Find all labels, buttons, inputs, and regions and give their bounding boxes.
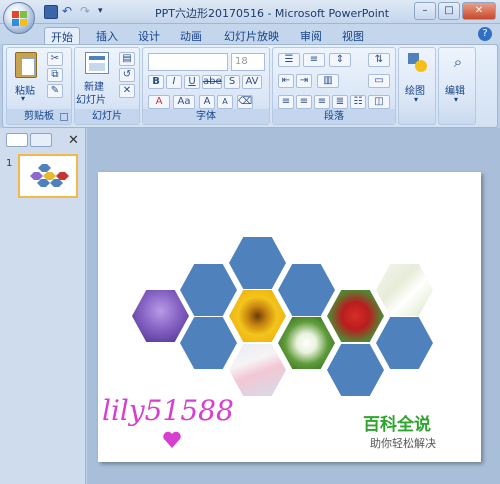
tab-home[interactable]: 开始 [44,27,80,44]
paste-icon[interactable] [15,52,37,78]
thumbnail-number: 1 [6,158,13,169]
blue-hexagon[interactable] [376,317,433,369]
clear-format-icon[interactable]: ⌫ [237,95,253,109]
align-center-icon[interactable]: ≡ [296,95,312,109]
drawing-group: 绘图 ▾ [398,47,436,125]
bold-button[interactable]: B [148,75,164,89]
distribute-icon[interactable]: ☷ [350,95,366,109]
slides-group: 新建 幻灯片 ▾ ▤ ↺ ✕ 幻灯片 [74,47,140,125]
slide-thumbnail[interactable] [18,154,78,198]
drawing-dropdown-icon[interactable]: ▾ [414,95,418,104]
window-controls: – □ ✕ [414,2,496,20]
smartart-icon[interactable]: ◫ [368,95,390,109]
redo-icon[interactable]: ↷ [80,5,94,19]
font-group: 18 B I U abe S AV A Aa A A ⌫ 字体 [142,47,270,125]
tab-review[interactable]: 审阅 [294,27,328,44]
shrink-font-button[interactable]: A [217,95,233,109]
tab-slideshow[interactable]: 幻灯片放映 [218,27,285,44]
font-size-box[interactable]: 18 [231,53,265,71]
heart-icon [163,431,181,448]
shadow-button[interactable]: S [224,75,240,89]
strikethrough-button[interactable]: abe [202,75,222,89]
layout-icon[interactable]: ▤ [119,52,135,66]
lavender-photo[interactable] [132,290,189,342]
slide-thumbnail-pane: ✕ 1 [0,128,86,484]
decrease-indent-icon[interactable]: ⇤ [278,74,294,88]
editing-dropdown-icon[interactable]: ▾ [454,95,458,104]
new-slide-icon[interactable] [85,52,109,74]
underline-button[interactable]: U [184,75,200,89]
window-title: PPT六边形20170516 - Microsoft PowerPoint [155,7,390,20]
format-painter-icon[interactable]: ✎ [47,84,63,98]
slides-group-label: 幻灯片 [75,109,139,124]
pale-flowers-photo[interactable] [376,264,433,316]
clipboard-group: 粘贴 ▾ ✂ ⧉ ✎ 剪贴板 [6,47,72,125]
paragraph-group: ☰ ≡ ⇕ ⇅ ⇤ ⇥ ▥ ▭ ≡ ≡ ≡ ≣ ☷ ◫ 段落 [272,47,396,125]
align-text-icon[interactable]: ▭ [368,74,390,88]
justify-icon[interactable]: ≣ [332,95,348,109]
font-color-icon[interactable]: A [148,95,170,109]
cut-icon[interactable]: ✂ [47,52,63,66]
maximize-button[interactable]: □ [438,2,460,20]
help-icon[interactable]: ? [478,27,492,41]
grow-font-button[interactable]: A [199,95,215,109]
paragraph-group-label: 段落 [273,109,395,124]
font-group-label: 字体 [143,109,269,124]
tab-design[interactable]: 设计 [132,27,166,44]
new-slide-label-2: 幻灯片 [76,95,106,106]
tab-animation[interactable]: 动画 [174,27,208,44]
close-pane-icon[interactable]: ✕ [68,133,79,148]
blue-hexagon[interactable] [180,317,237,369]
white-blossom-photo[interactable] [229,344,286,396]
reset-icon[interactable]: ↺ [119,68,135,82]
blue-hexagon[interactable] [327,344,384,396]
bullets-icon[interactable]: ☰ [278,53,300,67]
save-icon[interactable] [44,5,58,19]
columns-icon[interactable]: ▥ [317,74,339,88]
office-button[interactable] [3,2,35,34]
slides-tab-icon[interactable] [6,133,28,147]
blue-hexagon[interactable] [278,264,335,316]
paste-dropdown-icon[interactable]: ▾ [21,94,25,103]
watermark-right-title: 百科全说 [363,415,431,435]
binoculars-icon[interactable]: ⌕ [448,53,468,71]
office-logo-icon [12,11,27,26]
align-left-icon[interactable]: ≡ [278,95,294,109]
sunflower-photo[interactable] [229,290,286,342]
pane-tabs: ✕ [2,133,84,149]
thumbnail-hexagons-icon [30,164,69,187]
minimize-button[interactable]: – [414,2,436,20]
numbering-icon[interactable]: ≡ [303,53,325,67]
watermark-right-subtitle: 助你轻松解决 [370,437,436,450]
watermark-left: lily51588 [102,394,234,427]
text-direction-icon[interactable]: ⇅ [368,53,390,67]
align-right-icon[interactable]: ≡ [314,95,330,109]
white-flowers-photo[interactable] [278,317,335,369]
title-bar: ↶ ↷ ▾ PPT六边形20170516 - Microsoft PowerPo… [0,0,500,34]
blue-hexagon[interactable] [180,264,237,316]
undo-icon[interactable]: ↶ [62,5,76,19]
ribbon: 粘贴 ▾ ✂ ⧉ ✎ 剪贴板 新建 幻灯片 ▾ ▤ ↺ ✕ 幻灯片 18 B I… [2,44,498,128]
char-spacing-button[interactable]: AV [242,75,262,89]
clipboard-launcher-icon[interactable] [60,113,68,121]
quick-access-toolbar: ↶ ↷ ▾ [44,5,112,19]
line-spacing-icon[interactable]: ⇕ [329,53,351,67]
editing-group: ⌕ 编辑 ▾ [438,47,476,125]
ribbon-tabs: 开始 插入 设计 动画 幻灯片放映 审阅 视图 ? [0,24,500,44]
red-roses-photo[interactable] [327,290,384,342]
copy-icon[interactable]: ⧉ [47,68,63,82]
outline-tab-icon[interactable] [30,133,52,147]
increase-indent-icon[interactable]: ⇥ [296,74,312,88]
delete-slide-icon[interactable]: ✕ [119,84,135,98]
slide-canvas[interactable]: lily51588 百科全说 助你轻松解决 [98,172,481,462]
customize-qat-icon[interactable]: ▾ [98,5,112,19]
font-name-box[interactable] [148,53,228,71]
italic-button[interactable]: I [166,75,182,89]
close-button[interactable]: ✕ [462,2,496,20]
blue-hexagon[interactable] [229,237,286,289]
tab-view[interactable]: 视图 [336,27,370,44]
change-case-button[interactable]: Aa [173,95,195,109]
tab-insert[interactable]: 插入 [90,27,124,44]
shapes-icon[interactable] [408,53,428,73]
